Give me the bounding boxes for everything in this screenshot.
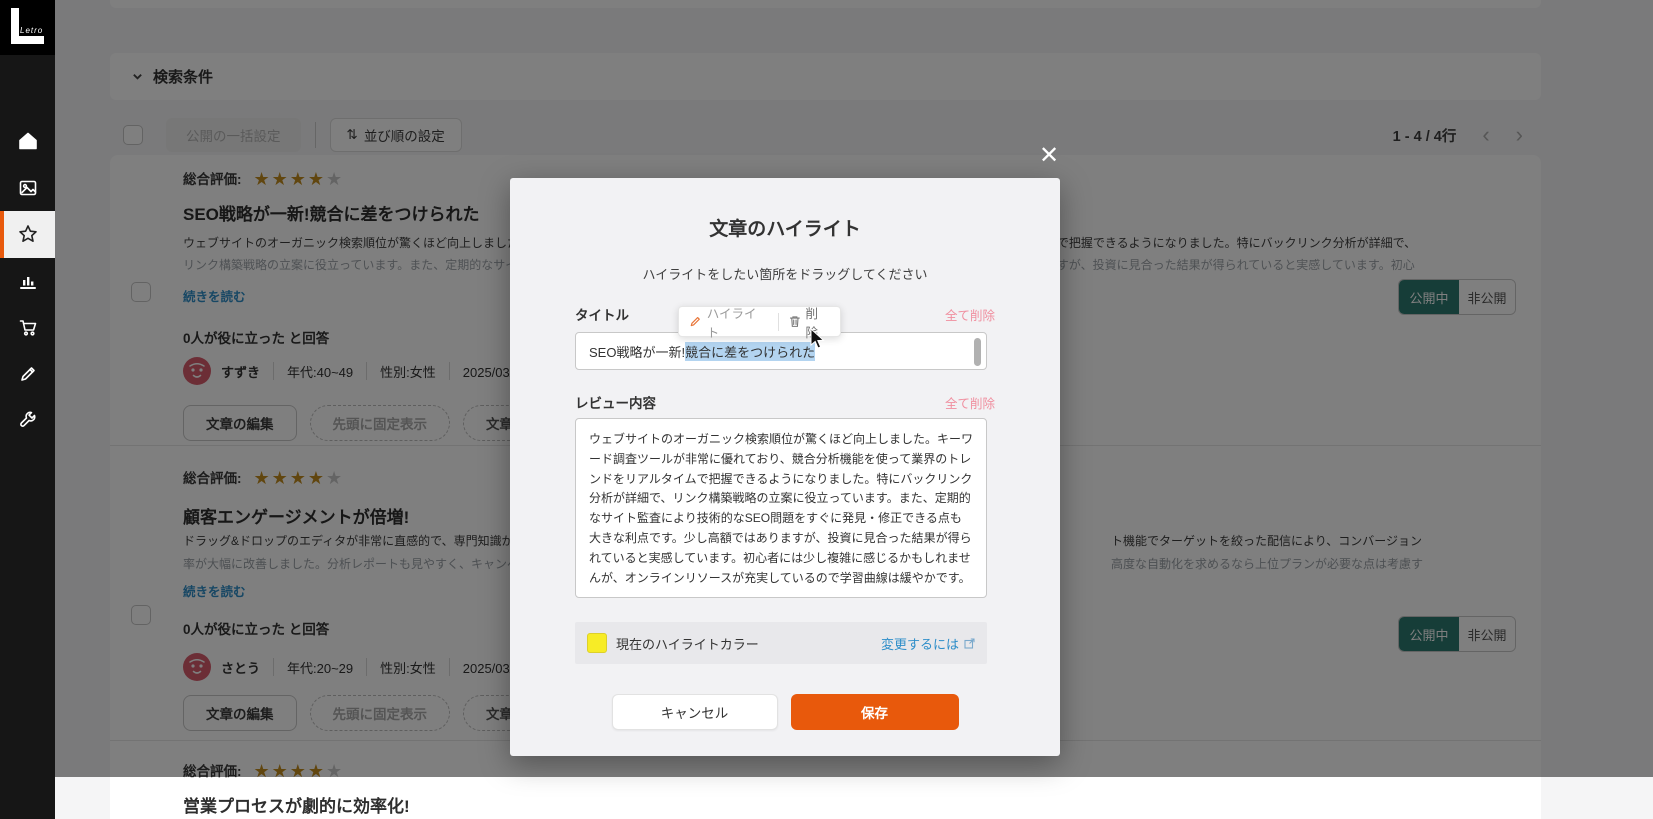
- review-title: 営業プロセスが劇的に効率化!: [183, 797, 410, 816]
- trash-icon: [789, 316, 800, 327]
- tooltip-highlight-label: ハイライト: [706, 306, 757, 340]
- title-field-label: タイトル: [575, 308, 629, 323]
- input-scrollbar-thumb[interactable]: [974, 338, 981, 366]
- sidebar-item-commerce[interactable]: [0, 304, 55, 351]
- mouse-cursor: [810, 328, 825, 349]
- highlight-color-row: 現在のハイライトカラー 変更するには: [575, 622, 987, 664]
- tooltip-highlight-button[interactable]: ハイライト: [679, 303, 778, 341]
- change-color-label: 変更するには: [880, 636, 959, 652]
- color-swatch: [587, 633, 607, 653]
- sidebar-item-home[interactable]: [0, 118, 55, 165]
- home-icon: [18, 132, 37, 150]
- letro-logo[interactable]: Letro: [0, 0, 55, 55]
- sidebar-item-analytics[interactable]: [0, 258, 55, 305]
- sidebar-item-reviews[interactable]: [0, 211, 55, 258]
- sidebar-nav: [0, 118, 55, 444]
- cart-icon: [19, 320, 36, 336]
- sidebar: Letro: [0, 0, 55, 819]
- star-icon: [18, 225, 37, 243]
- review-content-field[interactable]: ウェブサイトのオーガニック検索順位が驚くほど向上しました。キーワード調査ツールが…: [575, 418, 987, 598]
- highlight-pencil-icon: [690, 316, 700, 327]
- page-root: 検索条件 公開の一括設定 ⇅並び順の設定 1 - 4 / 4行 ‹ › 総合評価…: [0, 0, 1653, 819]
- review-field-label: レビュー内容: [575, 396, 656, 411]
- highlight-modal: 文章のハイライト ハイライトをしたい箇所をドラッグしてください タイトル 全て削…: [510, 178, 1060, 756]
- chart-icon: [19, 276, 36, 289]
- title-field-selected-text: 競合に差をつけられた: [685, 341, 816, 361]
- wrench-icon: [19, 411, 36, 428]
- sidebar-item-images[interactable]: [0, 165, 55, 212]
- sidebar-item-settings[interactable]: [0, 397, 55, 444]
- save-button[interactable]: 保存: [790, 694, 959, 730]
- title-clear-all-link[interactable]: 全て削除: [945, 305, 995, 324]
- svg-text:Letro: Letro: [20, 26, 43, 35]
- close-icon[interactable]: ✕: [1034, 140, 1064, 170]
- external-link-icon: [964, 637, 975, 649]
- image-icon: [19, 180, 36, 196]
- modal-subtitle: ハイライトをしたい箇所をドラッグしてください: [642, 267, 928, 282]
- review-clear-all-link[interactable]: 全て削除: [945, 393, 995, 412]
- current-color-label: 現在のハイライトカラー: [616, 636, 759, 652]
- modal-title: 文章のハイライト: [709, 219, 861, 240]
- pencil-icon: [20, 366, 35, 381]
- sidebar-item-editor[interactable]: [0, 351, 55, 398]
- title-field-text: SEO戦略が一新!: [589, 344, 686, 360]
- change-color-link[interactable]: 変更するには: [881, 634, 975, 653]
- cancel-button[interactable]: キャンセル: [611, 694, 778, 730]
- modal-actions: キャンセル 保存: [510, 694, 1060, 730]
